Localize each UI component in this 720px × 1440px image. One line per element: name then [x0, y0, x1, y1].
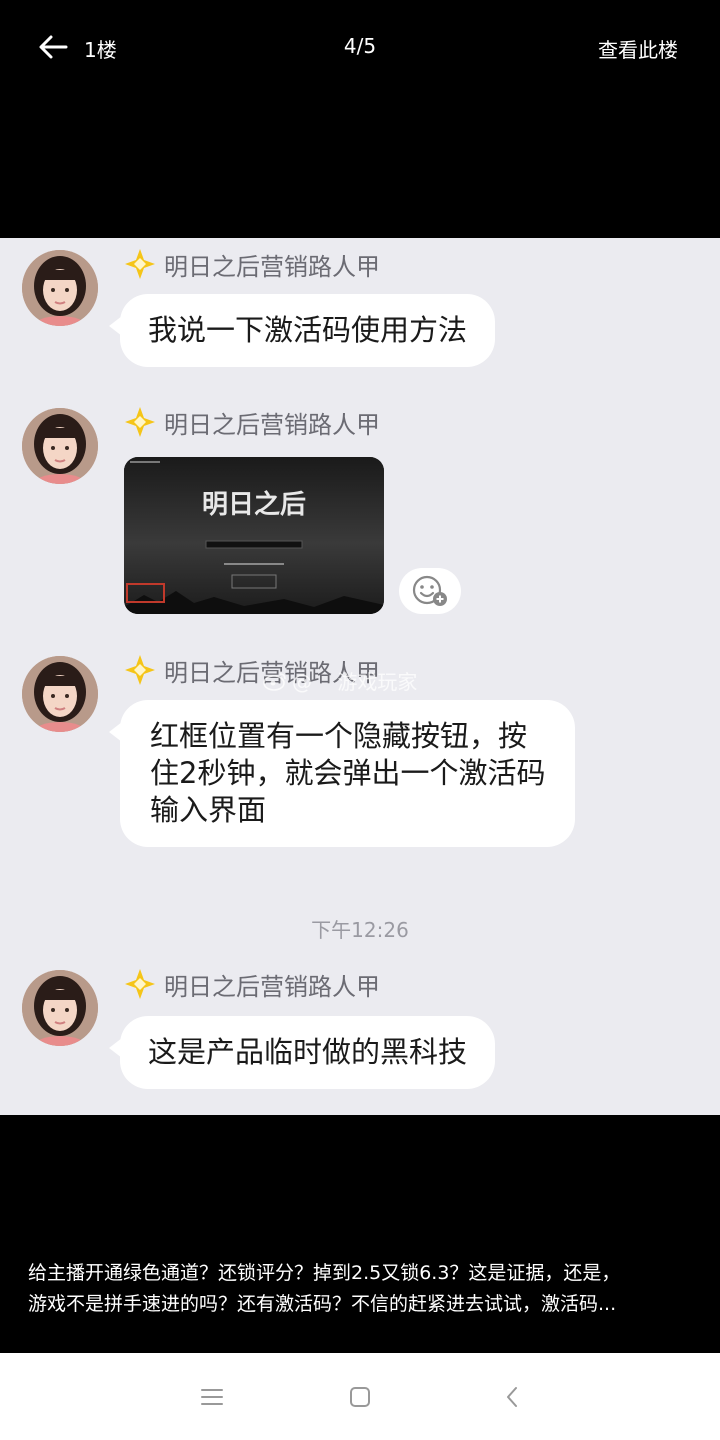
- message-text: 我说一下激活码使用方法: [148, 313, 468, 347]
- system-back-button[interactable]: [492, 1377, 532, 1417]
- message-bubble[interactable]: 红框位置有一个隐藏按钮，按 住2秒钟，就会弹出一个激活码 输入界面: [108, 700, 576, 847]
- message-text-line: 输入界面: [150, 793, 267, 827]
- message-text-line: 住2秒钟，就会弹出一个激活码: [150, 756, 546, 790]
- add-emoji-button[interactable]: [399, 568, 461, 614]
- home-square-icon: [350, 1387, 370, 1407]
- gold-diamond-badge-icon: [125, 655, 155, 685]
- recent-apps-button[interactable]: [192, 1377, 232, 1417]
- chevron-left-icon: [507, 1387, 517, 1407]
- gold-diamond-badge-icon: [125, 969, 155, 999]
- sender-name: 明日之后营销路人甲: [164, 410, 380, 439]
- weibo-watermark: @ 游戏玩家: [262, 666, 417, 695]
- image-viewer-topbar: 1楼 4/5 查看此楼: [0, 0, 720, 92]
- sender-name: 明日之后营销路人甲: [164, 252, 380, 281]
- sender-row: 明日之后营销路人甲: [124, 247, 380, 281]
- gold-diamond-badge-icon: [125, 407, 155, 437]
- sender-row: 明日之后营销路人甲: [124, 405, 380, 439]
- game-screenshot-image[interactable]: 明日之后: [124, 457, 384, 614]
- avatar: [22, 408, 98, 484]
- message-bubble[interactable]: 这是产品临时做的黑科技: [108, 1016, 496, 1089]
- avatar: [22, 250, 98, 326]
- chat-timestamp: 下午12:26: [311, 918, 409, 942]
- avatar: [22, 970, 98, 1046]
- caption-line: 给主播开通绿色通道？还锁评分？掉到2.5又锁6.3？这是证据，还是，: [28, 1262, 621, 1284]
- emoji-add-icon: [412, 575, 447, 606]
- message-text: 这是产品临时做的黑科技: [148, 1035, 468, 1069]
- weibo-icon: [263, 672, 286, 691]
- system-navigation-bar: [0, 1353, 720, 1440]
- message-text-line: 红框位置有一个隐藏按钮，按: [150, 719, 528, 753]
- watermark-text: @ 游戏玩家: [292, 670, 418, 694]
- post-caption: 给主播开通绿色通道？还锁评分？掉到2.5又锁6.3？这是证据，还是， 游戏不是拼…: [28, 1258, 698, 1320]
- menu-icon: [201, 1389, 223, 1405]
- caption-line: 游戏不是拼手速进的吗？还有激活码？不信的赶紧进去试试，激活码...: [28, 1293, 617, 1315]
- chat-screenshot: 明日之后营销路人甲 我说一下激活码使用方法 明日之后营销路人甲 明日之后 明日之…: [0, 238, 720, 1115]
- gold-diamond-badge-icon: [125, 249, 155, 279]
- sender-name: 明日之后营销路人甲: [164, 972, 380, 1001]
- home-button[interactable]: [340, 1377, 380, 1417]
- view-floor-button[interactable]: 查看此楼: [598, 34, 678, 63]
- message-bubble[interactable]: 我说一下激活码使用方法: [108, 294, 496, 367]
- avatar: [22, 656, 98, 732]
- game-title: 明日之后: [202, 489, 306, 520]
- sender-row: 明日之后营销路人甲: [124, 967, 380, 1001]
